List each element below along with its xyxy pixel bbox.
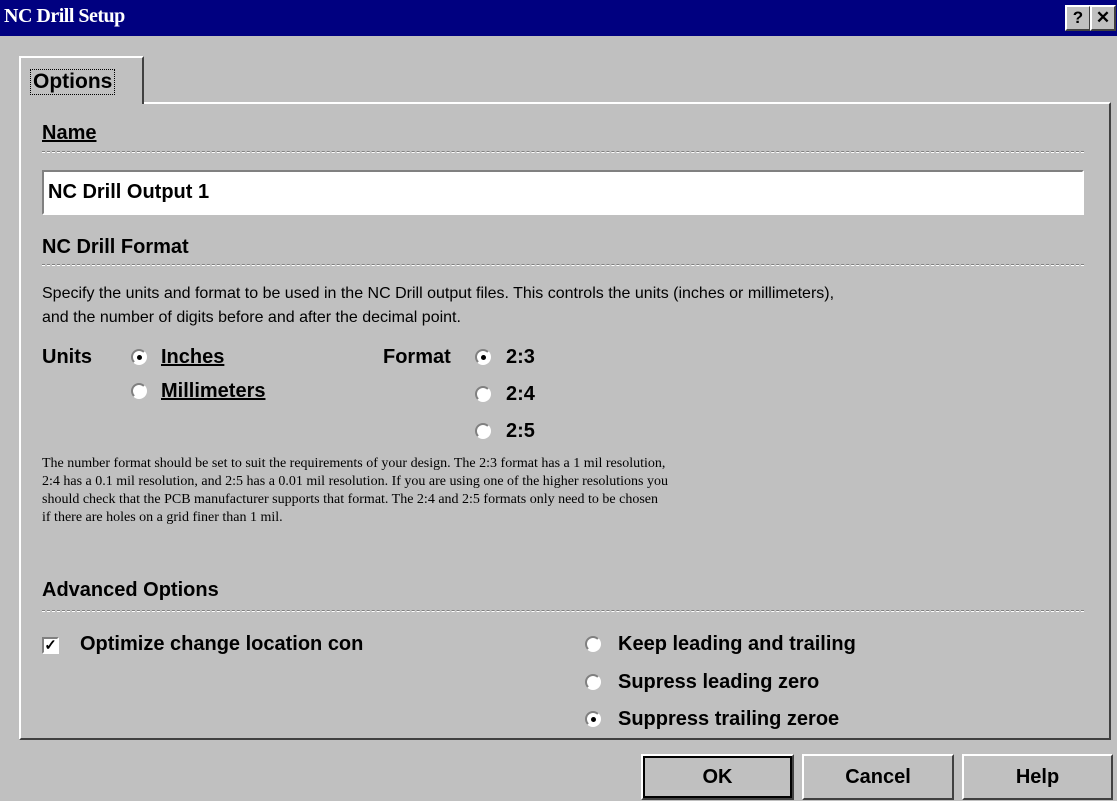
units-millimeters-label[interactable]: Millimeters [161, 380, 298, 403]
cancel-button[interactable]: Cancel [802, 754, 954, 800]
close-icon[interactable]: ✕ [1090, 5, 1116, 31]
advanced-options-heading: Advanced Options [42, 579, 219, 601]
nc-drill-format-heading: NC Drill Format [42, 236, 189, 258]
suppress-trailing-zeroes-label[interactable]: Suppress trailing zeroe [618, 708, 918, 731]
format-2-3-label[interactable]: 2:3 [506, 346, 535, 369]
units-inches-label[interactable]: Inches [161, 346, 224, 369]
suppress-trailing-zeroes-radio[interactable] [585, 711, 601, 727]
title-bar[interactable]: NC Drill Setup ? ✕ [0, 0, 1117, 36]
name-separator [42, 151, 1084, 153]
format-description-line-2: and the number of digits before and afte… [42, 309, 461, 326]
format-note-line-1: The number format should be set to suit … [42, 456, 666, 471]
format-2-4-radio[interactable] [475, 386, 491, 402]
help-button[interactable]: Help [962, 754, 1113, 800]
format-label: Format [383, 346, 451, 368]
format-2-4-label[interactable]: 2:4 [506, 383, 535, 406]
suppress-trailing-zeroes-text: Suppress trailing zeroe [618, 708, 840, 730]
name-heading-text: Name [42, 122, 97, 144]
ok-button[interactable]: OK [641, 754, 794, 800]
format-note-line-3: should check that the PCB manufacturer s… [42, 492, 658, 507]
help-question-icon[interactable]: ? [1065, 5, 1091, 31]
format-2-5-radio[interactable] [475, 423, 491, 439]
advanced-separator [42, 610, 1084, 612]
format-2-5-label[interactable]: 2:5 [506, 420, 535, 443]
nc-drill-setup-dialog: NC Drill Setup ? ✕ Options Name NC Drill… [0, 0, 1117, 801]
optimize-checkbox-text: Optimize change location con [80, 633, 364, 655]
format-note-line-2: 2:4 has a 0.1 mil resolution, and 2:5 ha… [42, 474, 669, 489]
format-2-3-radio[interactable] [475, 349, 491, 365]
optimize-checkbox-label[interactable]: Optimize change location con [80, 633, 452, 656]
units-millimeters-radio[interactable] [131, 383, 147, 399]
supress-leading-zero-radio[interactable] [585, 674, 601, 690]
format-description: Specify the units and format to be used … [42, 282, 1104, 330]
keep-leading-trailing-label[interactable]: Keep leading and trailing [618, 633, 856, 656]
format-note: The number format should be set to suit … [42, 455, 1002, 527]
window-title: NC Drill Setup [4, 5, 125, 27]
format-note-line-4: if there are holes on a grid finer than … [42, 510, 283, 525]
keep-leading-trailing-radio[interactable] [585, 636, 601, 652]
format-description-line-1: Specify the units and format to be used … [42, 285, 835, 302]
name-input[interactable]: NC Drill Output 1 [42, 170, 1084, 215]
tab-options-label: Options [29, 69, 116, 95]
units-inches-radio[interactable] [131, 349, 147, 365]
name-heading: Name [42, 122, 96, 145]
tab-options[interactable]: Options [19, 56, 144, 104]
units-label: Units [42, 346, 92, 368]
format-separator [42, 264, 1084, 266]
supress-leading-zero-label[interactable]: Supress leading zero [618, 671, 819, 694]
optimize-checkbox[interactable]: ✓ [42, 637, 59, 654]
units-millimeters-text: Millimeters [161, 380, 266, 402]
